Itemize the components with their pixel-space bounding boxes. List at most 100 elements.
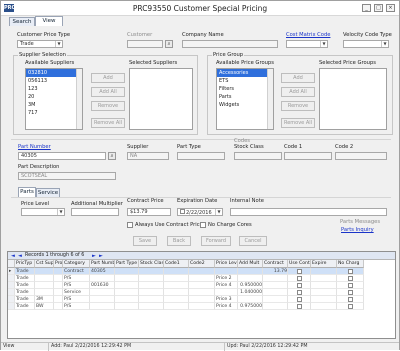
additional-multiplier-input[interactable] [71,208,119,216]
no-charge-cores-checkbox[interactable] [200,222,206,228]
expiration-date-picker[interactable]: 2/22/2016 ▼ [177,208,223,216]
table-cell[interactable]: P/S [63,275,90,282]
company-name-input[interactable] [182,40,278,48]
table-cell[interactable] [35,289,54,296]
tab-service[interactable]: Service [36,188,60,197]
table-cell[interactable] [139,282,164,289]
column-header[interactable]: PricTyp [15,260,35,268]
column-header[interactable]: Contract [263,260,288,268]
table-cell[interactable] [189,275,215,282]
price-group-add-all-button[interactable]: Add All [281,87,315,97]
table-cell[interactable] [90,275,115,282]
supplier-remove-all-button[interactable]: Remove All [91,118,125,128]
price-group-remove-button[interactable]: Remove [281,101,315,111]
table-cell[interactable]: Price 4 [215,303,238,310]
list-item[interactable]: 032810 [26,69,82,77]
column-header[interactable]: No Charg [337,260,364,268]
always-use-contract-checkbox[interactable] [127,222,133,228]
table-cell[interactable] [288,289,311,296]
table-cell[interactable] [164,268,189,275]
maximize-button[interactable]: □ [374,4,383,12]
table-cell[interactable] [189,303,215,310]
table-cell[interactable]: 40305 [90,268,115,275]
grid-checkbox[interactable] [348,269,353,274]
column-header[interactable]: Expire [311,260,337,268]
table-cell[interactable] [164,275,189,282]
list-item[interactable]: 20 [26,93,82,101]
previous-record-icon[interactable]: ◄ [18,253,22,259]
parts-inquiry-link[interactable]: Parts Inquiry [341,227,374,233]
table-cell[interactable] [337,282,364,289]
grid-checkbox[interactable] [297,290,302,295]
forward-button[interactable]: Forward [201,236,231,246]
table-cell[interactable] [263,303,288,310]
table-cell[interactable]: 001630 [90,282,115,289]
list-item[interactable]: Accessories [217,69,273,77]
available-price-groups-list[interactable]: Accessories ETS Filters Parts Widgets [216,68,274,130]
contract-price-input[interactable]: $13.79 [127,208,171,216]
list-item[interactable]: 3M [26,101,82,109]
table-cell[interactable] [311,296,337,303]
code1-input[interactable] [284,152,332,160]
list-item[interactable]: 056113 [26,77,82,85]
table-cell[interactable] [164,289,189,296]
table-cell[interactable] [337,268,364,275]
minimize-button[interactable]: _ [362,4,371,12]
table-cell[interactable] [54,303,63,310]
table-cell[interactable] [238,268,263,275]
row-selector[interactable] [8,282,15,289]
velocity-code-type-select[interactable]: ▼ [343,40,389,48]
price-group-add-button[interactable]: Add [281,73,315,83]
supplier-remove-button[interactable]: Remove [91,101,125,111]
table-cell[interactable]: 0.950000 [238,282,263,289]
table-cell[interactable]: Price 2 [215,275,238,282]
table-cell[interactable] [288,296,311,303]
grid-checkbox[interactable] [297,297,302,302]
column-header[interactable]: Cst Supp [35,260,54,268]
tab-view[interactable]: View [35,16,63,26]
table-cell[interactable] [35,275,54,282]
table-cell[interactable] [311,282,337,289]
table-cell[interactable]: Trade [15,275,35,282]
code2-input[interactable] [335,152,387,160]
table-cell[interactable] [54,289,63,296]
table-cell[interactable] [337,289,364,296]
table-cell[interactable] [115,296,139,303]
cost-matrix-code-select[interactable]: ▼ [286,40,328,48]
grid-checkbox[interactable] [297,276,302,281]
table-cell[interactable]: 13.79 [263,268,288,275]
customer-price-type-select[interactable]: Trade ▼ [17,40,63,48]
table-cell[interactable]: P/S [63,282,90,289]
table-cell[interactable] [263,289,288,296]
table-cell[interactable] [215,268,238,275]
table-cell[interactable] [189,296,215,303]
table-cell[interactable] [288,282,311,289]
grid-checkbox[interactable] [348,283,353,288]
grid-checkbox[interactable] [348,276,353,281]
list-item[interactable]: Widgets [217,101,273,109]
table-cell[interactable] [337,296,364,303]
cancel-button[interactable]: Cancel [239,236,267,246]
next-record-icon[interactable]: ► [92,253,96,259]
table-cell[interactable] [90,289,115,296]
supplier-add-all-button[interactable]: Add All [91,87,125,97]
row-selector[interactable]: ▸ [8,268,15,275]
table-cell[interactable] [54,275,63,282]
table-cell[interactable] [115,268,139,275]
table-cell[interactable] [139,275,164,282]
table-cell[interactable] [90,296,115,303]
table-cell[interactable]: 1.040000 [238,289,263,296]
table-cell[interactable] [189,282,215,289]
table-cell[interactable]: Trade [15,289,35,296]
column-header[interactable]: Stock Clas [139,260,164,268]
table-cell[interactable] [164,303,189,310]
table-cell[interactable] [139,268,164,275]
grid-checkbox[interactable] [348,290,353,295]
table-cell[interactable] [311,289,337,296]
row-selector[interactable] [8,303,15,310]
table-cell[interactable] [189,268,215,275]
table-cell[interactable] [139,289,164,296]
column-header[interactable]: Prod [54,260,63,268]
column-header[interactable]: Use Contr [288,260,311,268]
table-cell[interactable] [35,282,54,289]
